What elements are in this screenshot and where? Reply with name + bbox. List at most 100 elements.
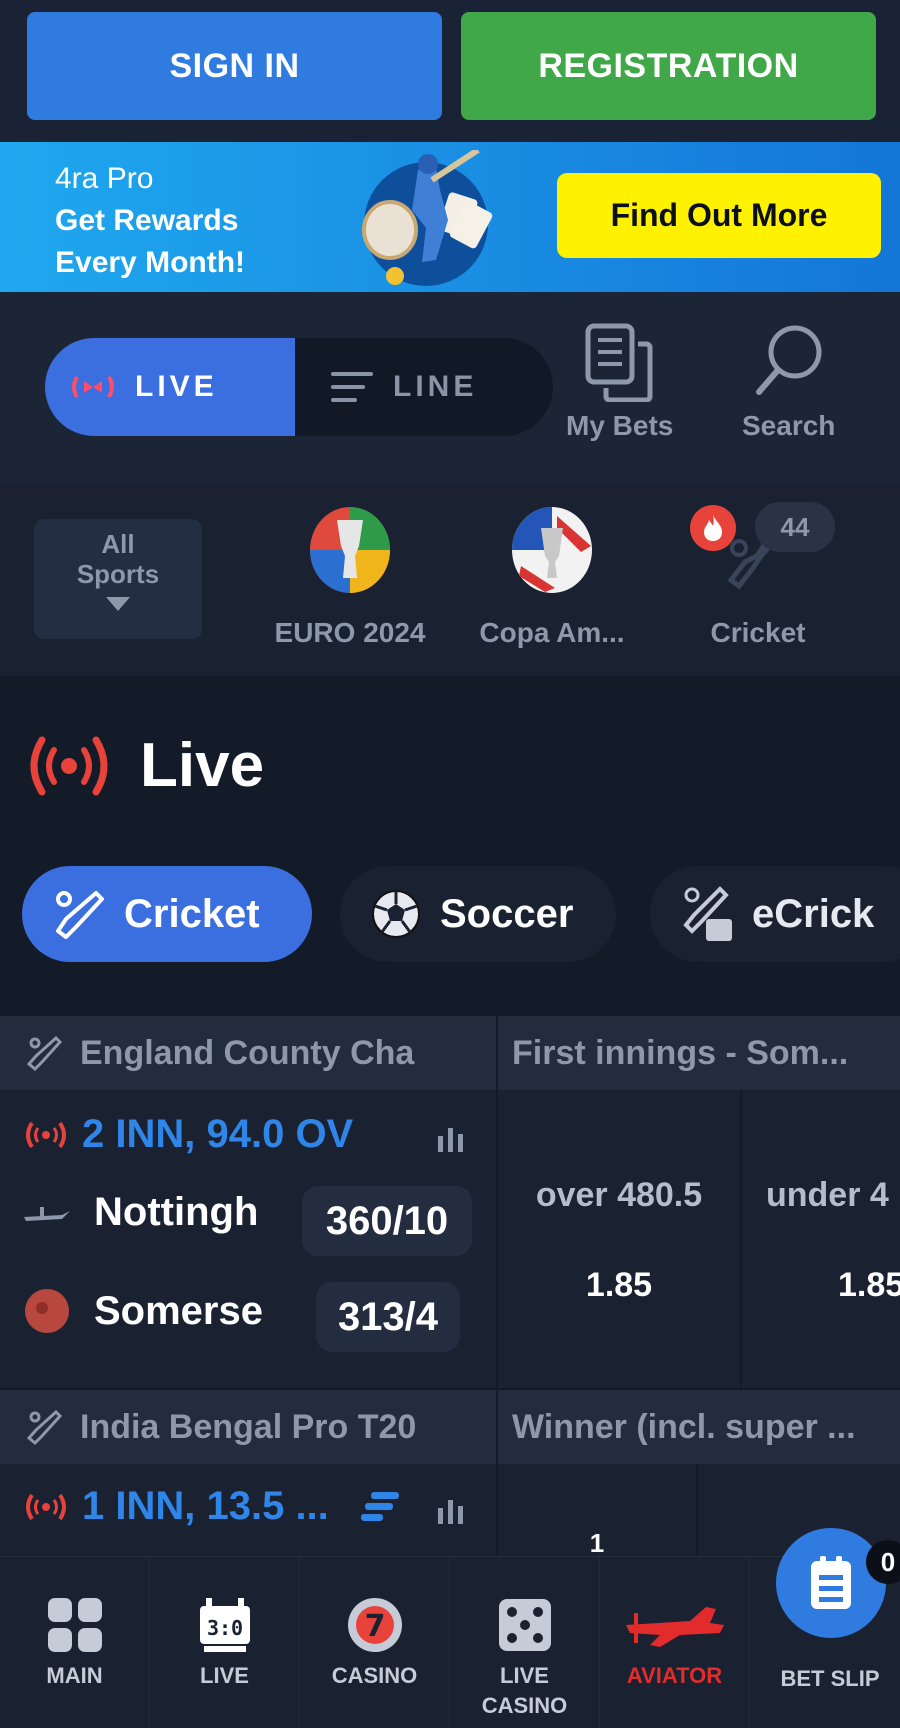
odd-button[interactable]: 1 — [498, 1464, 698, 1558]
live-section-title: Live — [26, 730, 264, 801]
menu-lines-icon — [331, 372, 373, 402]
team-logo-icon — [24, 1206, 70, 1221]
team-name: Nottingh — [94, 1190, 259, 1234]
search-icon — [755, 325, 822, 395]
grid-icon — [47, 1598, 102, 1652]
search-label: Search — [742, 410, 836, 441]
live-mode-tab[interactable]: LIVE — [45, 338, 295, 436]
search-button[interactable]: Search — [742, 322, 835, 442]
stream-icon[interactable] — [360, 1490, 403, 1524]
odd-label: over 480.5 — [535, 1176, 703, 1214]
chip-cricket[interactable]: Cricket — [22, 866, 312, 962]
chip-ecricket-label: eCrick — [752, 891, 875, 936]
registration-button[interactable]: REGISTRATION — [461, 12, 876, 120]
all-sports-button[interactable]: All Sports — [34, 519, 202, 639]
sport-copa-label: Copa Am... — [479, 617, 625, 648]
copa-america-emblem — [512, 507, 592, 593]
match-info: 2 INN, 94.0 OV Nottingh 360/10 Somerse 3… — [0, 1090, 498, 1388]
sport-copa-america[interactable]: Copa Am... — [467, 506, 637, 649]
find-out-more-button[interactable]: Find Out More — [557, 173, 881, 258]
live-mode-label: LIVE — [135, 370, 218, 403]
live-signal-icon — [26, 1493, 66, 1520]
nav-main-label: MAIN — [46, 1663, 103, 1688]
team-row: Somerse — [22, 1286, 274, 1336]
ecricket-icon — [683, 886, 732, 941]
match-status: 1 INN, 13.5 ... — [24, 1484, 403, 1529]
promo-text: 4ra Pro Get Rewards Every Month! — [55, 158, 245, 284]
odd-button[interactable]: over 480.5 1.85 — [498, 1090, 742, 1388]
nav-live-label: LIVE — [200, 1663, 249, 1688]
odd-label: under 4 — [766, 1176, 889, 1214]
live-broadcast-icon — [72, 375, 114, 399]
match-card[interactable]: 1 INN, 13.5 ... 1 — [0, 1464, 900, 1558]
svg-text:7: 7 — [364, 1609, 385, 1644]
team-score: 360/10 — [302, 1186, 472, 1256]
match-card[interactable]: 2 INN, 94.0 OV Nottingh 360/10 Somerse 3… — [0, 1090, 900, 1388]
match-status: 2 INN, 94.0 OV — [24, 1112, 353, 1157]
live-line-toggle: LIVE LINE — [45, 338, 553, 436]
bottom-nav: MAIN 3:0 LIVE 7 CASINO LIVE CASINO AVIAT… — [0, 1556, 900, 1728]
sport-chip-row: Cricket Soccer eCrick — [0, 866, 900, 966]
my-bets-label: My Bets — [566, 410, 674, 441]
team-logo-icon — [25, 1289, 69, 1333]
stats-icon[interactable] — [436, 1498, 466, 1524]
sport-euro-2024[interactable]: EURO 2024 — [265, 506, 435, 649]
bet-slip-label: BET SLIP — [780, 1666, 880, 1691]
soccer-ball-icon — [372, 890, 420, 938]
my-bets-icon — [585, 323, 653, 402]
promo-line-1: 4ra Pro — [55, 162, 154, 195]
promo-line-3: Every Month! — [55, 246, 246, 279]
nav-main[interactable]: MAIN — [0, 1557, 150, 1728]
chip-soccer[interactable]: Soccer — [340, 866, 616, 962]
aviator-plane-icon — [625, 1607, 724, 1647]
nav-aviator[interactable]: AVIATOR — [600, 1557, 750, 1728]
mode-bar: LIVE LINE My Bets Search — [0, 292, 900, 484]
bet-slip-button[interactable] — [776, 1528, 886, 1638]
nav-live-casino[interactable]: LIVE CASINO — [450, 1557, 600, 1728]
league-header[interactable]: India Bengal Pro T20 Winner (incl. super… — [0, 1390, 900, 1464]
caret-down-icon — [106, 597, 130, 611]
league-name-cell: England County Cha — [0, 1016, 498, 1090]
live-title-text: Live — [140, 731, 265, 800]
all-sports-label-2: Sports — [76, 559, 160, 589]
market-name: Winner (incl. super ... — [512, 1407, 856, 1446]
nav-casino[interactable]: 7 CASINO — [300, 1557, 450, 1728]
team-name: Somerse — [94, 1288, 263, 1333]
team-row: Nottingh — [22, 1190, 274, 1235]
live-signal-icon — [26, 1121, 66, 1148]
odd-value: 1.85 — [838, 1266, 900, 1304]
nav-live-casino-label-2: CASINO — [481, 1693, 568, 1718]
market-name: First innings - Som... — [512, 1033, 849, 1072]
promo-banner[interactable]: 4ra Pro Get Rewards Every Month! Find Ou… — [0, 142, 900, 292]
all-sports-label-1: All — [101, 529, 135, 559]
chip-ecricket[interactable]: eCrick — [650, 866, 900, 962]
promo-cricketer-illustration — [362, 150, 493, 286]
league-header[interactable]: England County Cha First innings - Som..… — [0, 1016, 900, 1090]
cricket-bat-icon — [26, 1035, 63, 1072]
cricket-count-badge: 44 — [755, 502, 835, 552]
odd-button[interactable]: under 4 1.85 — [742, 1090, 900, 1388]
line-mode-label: LINE — [393, 370, 478, 403]
svg-text:3:0: 3:0 — [206, 1616, 242, 1640]
nav-aviator-label: AVIATOR — [626, 1663, 723, 1688]
match-status-text: 1 INN, 13.5 ... — [82, 1484, 329, 1528]
nav-live[interactable]: 3:0 LIVE — [150, 1557, 300, 1728]
scoreboard-icon: 3:0 — [199, 1598, 250, 1652]
stats-icon[interactable] — [436, 1126, 466, 1152]
bet-slip-icon — [811, 1556, 851, 1609]
odd-value: 1.85 — [585, 1266, 653, 1304]
league-name-cell: India Bengal Pro T20 — [0, 1390, 498, 1464]
nav-casino-label: CASINO — [331, 1663, 418, 1688]
euro-2024-emblem — [310, 507, 390, 593]
league-name: India Bengal Pro T20 — [80, 1407, 417, 1446]
sport-euro-label: EURO 2024 — [274, 617, 426, 648]
dice-icon — [498, 1599, 551, 1651]
sign-in-button[interactable]: SIGN IN — [27, 12, 442, 120]
cricket-bat-icon — [56, 891, 104, 939]
casino-chip-icon: 7 — [347, 1598, 402, 1652]
chip-cricket-label: Cricket — [124, 891, 260, 936]
my-bets-button[interactable]: My Bets — [566, 322, 673, 442]
live-signal-icon — [30, 736, 108, 795]
line-mode-tab[interactable]: LINE — [305, 338, 553, 436]
match-status-text: 2 INN, 94.0 OV — [82, 1112, 354, 1156]
